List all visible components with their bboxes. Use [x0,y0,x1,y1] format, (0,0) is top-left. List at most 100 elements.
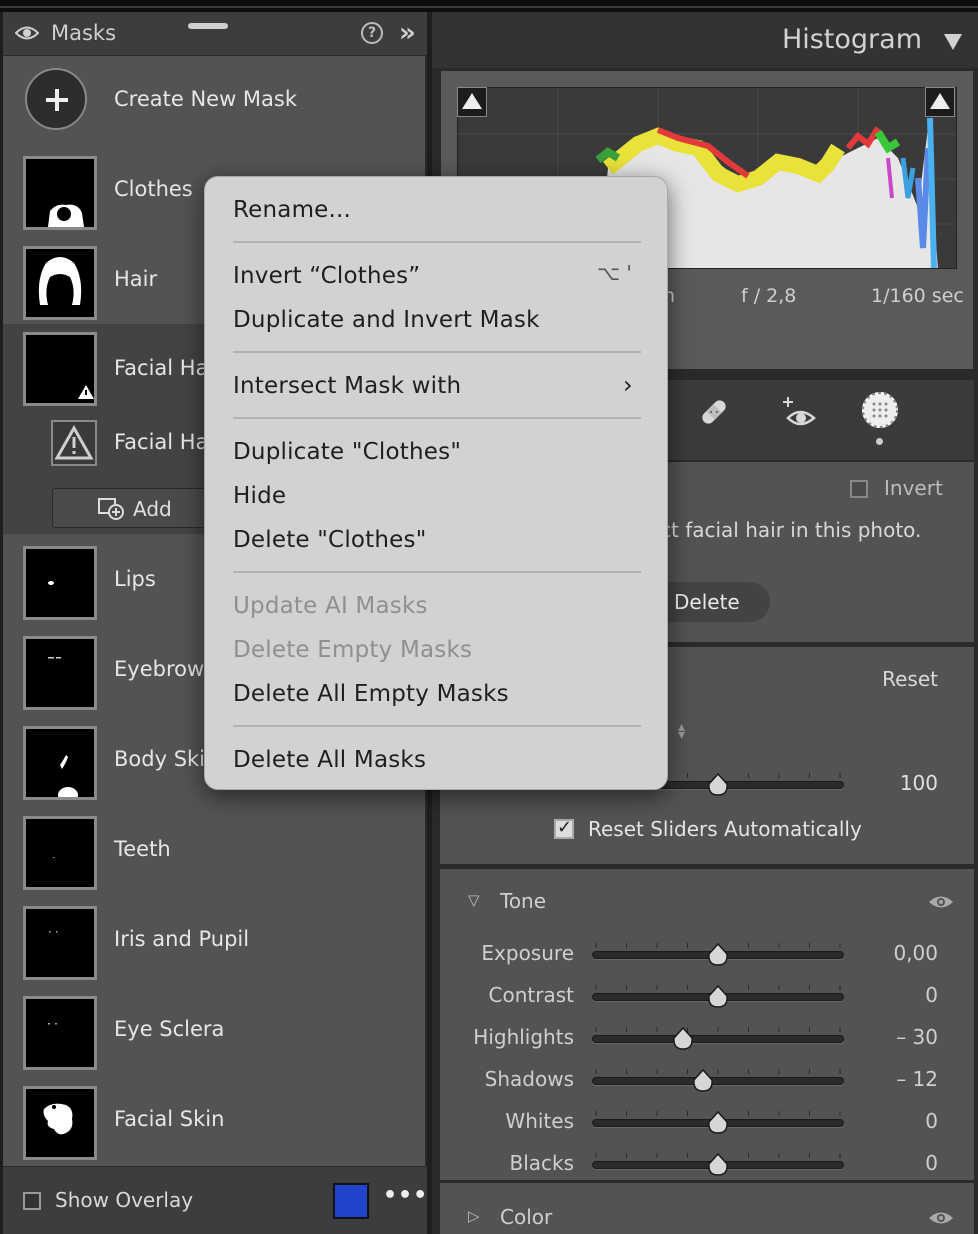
mask-item-label: Eye Sclera [114,1017,225,1041]
reset-sliders-label: Reset Sliders Automatically [588,817,862,841]
invert-label: Invert [884,476,943,500]
menu-item-duplicate[interactable]: Duplicate "Clothes" [233,439,461,465]
tone-triangle-icon[interactable]: ▽ [468,891,480,909]
slider-row-whites: Whites 0 [440,1105,974,1147]
updown-arrows-icon[interactable]: ▴ ▾ [678,720,685,742]
mask-item-label: Eyebrows [114,657,216,681]
warning-icon [51,420,97,466]
menu-item-delete-all-masks[interactable]: Delete All Masks [233,747,426,773]
slider-row-shadows: Shadows – 12 [440,1063,974,1105]
slider-row-contrast: Contrast 0 [440,979,974,1021]
mask-item-label: Lips [114,567,156,591]
chevron-right-icon: › [623,371,633,399]
more-options-icon[interactable]: ••• [383,1183,428,1208]
context-menu: Rename... Invert “Clothes” ⌥ ' Duplicate… [204,176,668,790]
invert-checkbox[interactable] [850,480,868,498]
slider-track[interactable] [592,1035,844,1043]
add-mask-icon [98,498,124,520]
color-section: ▷ Color [440,1182,974,1234]
slider-exposure[interactable] [440,941,974,971]
menu-item-intersect[interactable]: Intersect Mask with [233,373,461,399]
eye-icon[interactable] [928,893,954,911]
masking-icon[interactable] [860,390,900,430]
menu-item-delete-empty-masks: Delete Empty Masks [233,637,473,663]
mask-item-facial-skin[interactable]: Facial Skin [3,1080,427,1170]
mask-thumbnail [23,996,97,1070]
histogram-header[interactable]: Histogram [432,12,978,68]
help-icon[interactable]: ? [361,22,383,44]
red-eye-icon[interactable] [780,394,820,434]
menu-item-delete[interactable]: Delete "Clothes" [233,527,427,553]
mask-item-teeth[interactable]: Teeth [3,810,427,900]
shadow-clipping-button[interactable] [457,87,487,117]
reset-button[interactable]: Reset [882,667,938,691]
mask-thumbnail [23,332,97,406]
masks-footer: Show Overlay ••• [3,1166,427,1234]
menu-item-hide[interactable]: Hide [233,483,286,509]
slider-contrast[interactable] [440,983,974,1013]
mask-item-eye-sclera[interactable]: Eye Sclera [3,990,427,1080]
exif-aperture: f / 2,8 [741,285,797,307]
tone-section: ▽ Tone Exposure 0,00 Contrast 0 Highlights – … [440,868,974,1180]
create-new-mask-label: Create New Mask [114,87,298,111]
show-overlay-checkbox[interactable] [23,1192,41,1210]
menu-item-duplicate-invert[interactable]: Duplicate and Invert Mask [233,307,540,333]
slider-highlights[interactable] [440,1025,974,1055]
slider-whites[interactable] [440,1109,974,1139]
color-triangle-icon[interactable]: ▷ [468,1207,480,1225]
mask-thumbnail [23,246,97,320]
menu-item-invert[interactable]: Invert “Clothes” [233,263,420,289]
mask-component-label: Facial Ha [114,430,209,454]
mask-item-iris-and-pupil[interactable]: Iris and Pupil [3,900,427,990]
masks-title: Masks [51,21,117,45]
slider-knob[interactable] [707,985,729,1009]
tone-title[interactable]: Tone [500,889,546,913]
amount-value[interactable]: 100 [900,771,938,795]
eye-icon[interactable] [928,1209,954,1227]
menu-item-delete-all-empty-masks[interactable]: Delete All Empty Masks [233,681,509,707]
healing-bandage-icon[interactable] [696,394,732,430]
drag-handle[interactable] [188,23,228,29]
mask-thumbnail [23,156,97,230]
slider-knob[interactable] [707,1153,729,1177]
eye-icon[interactable] [15,24,39,42]
slider-ticks [595,1069,841,1074]
mask-thumbnail [23,726,97,800]
menu-separator [233,725,641,727]
slider-blacks[interactable] [440,1151,974,1181]
mask-item-label: Hair [114,267,158,291]
slider-knob[interactable] [672,1027,694,1051]
slider-knob[interactable] [707,943,729,967]
menu-separator [233,241,641,243]
slider-track[interactable] [592,1077,844,1085]
collapse-chevron-icon[interactable]: » [399,18,416,48]
slider-knob[interactable] [692,1069,714,1093]
slider-row-highlights: Highlights – 30 [440,1021,974,1063]
slider-shadows[interactable] [440,1067,974,1097]
mask-item-label: Teeth [114,837,171,861]
top-strip [0,0,978,12]
invert-shortcut: ⌥ ' [597,261,632,285]
overlay-color-swatch[interactable] [333,1183,369,1219]
mask-thumbnail [23,546,97,620]
mask-message: ct facial hair in this photo. [660,518,922,542]
active-tool-indicator [876,438,883,445]
slider-knob[interactable] [707,1111,729,1135]
slider-row-exposure: Exposure 0,00 [440,937,974,979]
highlight-clipping-button[interactable] [925,87,955,117]
show-overlay-label: Show Overlay [55,1188,194,1212]
collapse-triangle-icon[interactable] [944,34,962,50]
reset-sliders-checkbox[interactable] [554,817,574,839]
mask-thumbnail [23,906,97,980]
menu-separator [233,351,641,353]
plus-icon[interactable] [25,68,87,130]
mask-item-label: Facial Skin [114,1107,225,1131]
mask-thumbnail [23,816,97,890]
mask-item-label: Clothes [114,177,193,201]
mask-item-label: Iris and Pupil [114,927,250,951]
color-title[interactable]: Color [500,1205,552,1229]
menu-item-rename[interactable]: Rename... [233,197,351,223]
mask-item-label: Facial Hai [114,356,215,380]
slider-knob[interactable] [707,773,729,797]
exif-shutter: 1/160 sec [871,285,964,307]
